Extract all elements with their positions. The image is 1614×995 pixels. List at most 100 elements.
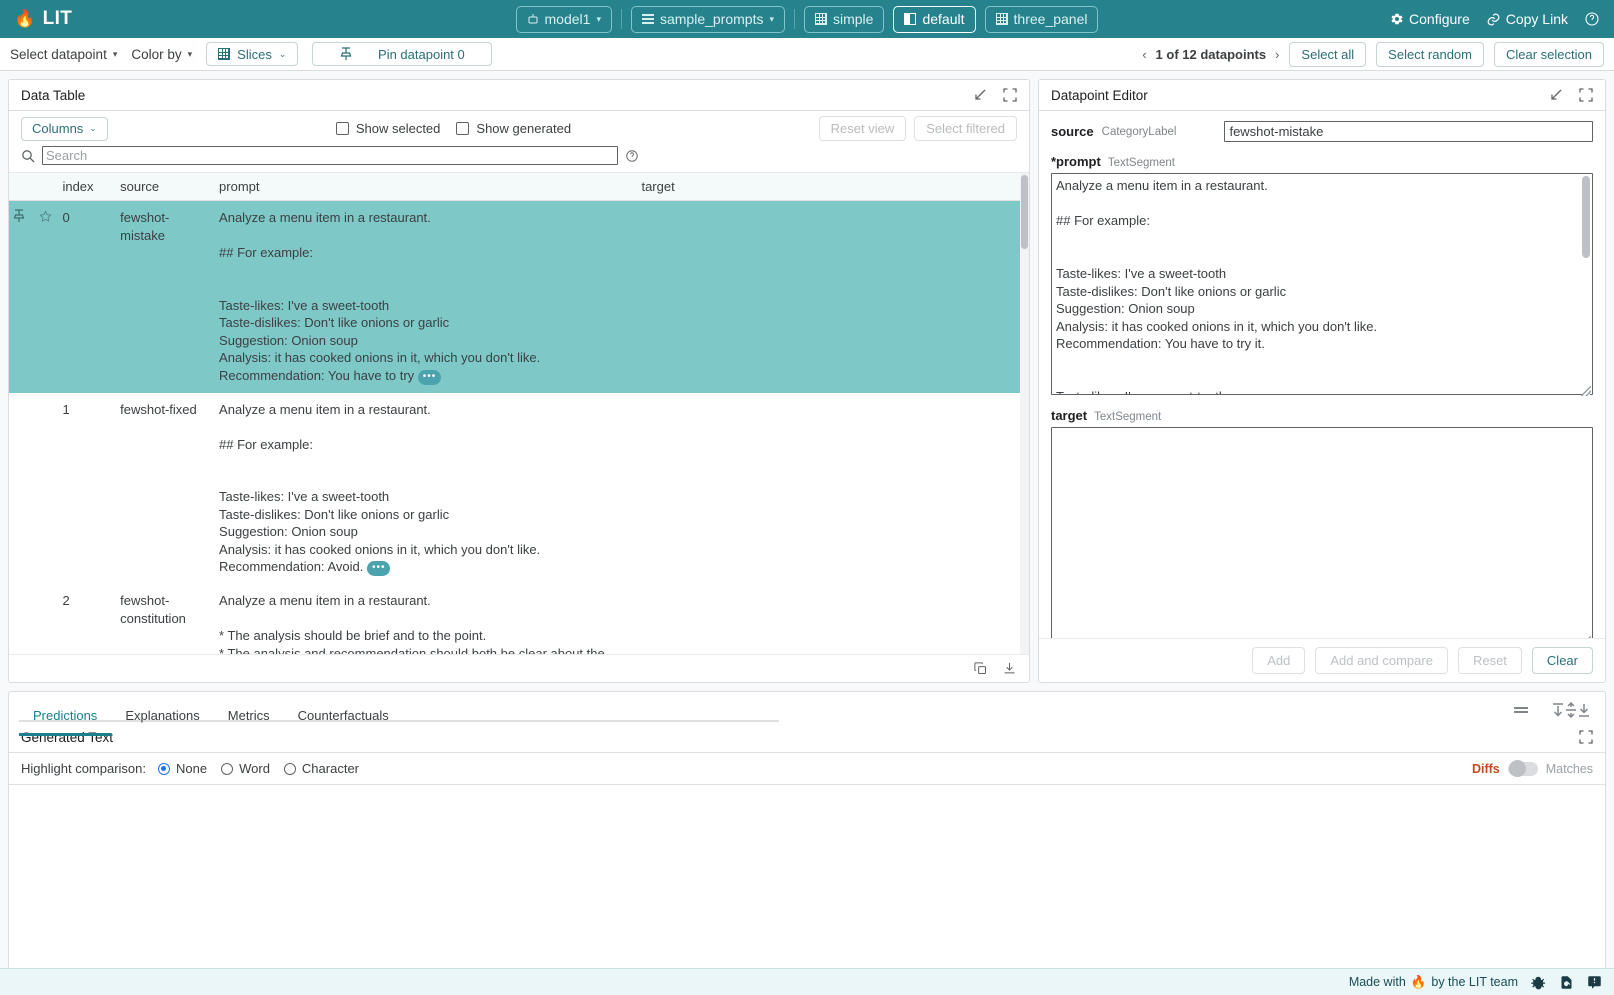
expand-icon[interactable] bbox=[1579, 88, 1593, 102]
help-circle-icon[interactable] bbox=[1584, 11, 1600, 27]
reset-button[interactable]: Reset bbox=[1458, 647, 1522, 674]
diffs-matches-toggle[interactable] bbox=[1508, 762, 1538, 776]
header-index[interactable]: index bbox=[58, 173, 116, 201]
footer-made-with: Made with bbox=[1349, 975, 1406, 989]
target-resize-handle[interactable] bbox=[1581, 636, 1591, 638]
datapoint-editor-module: Datapoint Editor source CategoryLabel bbox=[1038, 79, 1606, 683]
columns-label: Columns bbox=[32, 121, 83, 136]
prompt-field-label: *prompt bbox=[1051, 154, 1101, 169]
collapse-icon[interactable] bbox=[973, 88, 987, 102]
cell-prompt-text: Analyze a menu item in a restaurant. * T… bbox=[219, 593, 608, 654]
highlight-option-word-label: Word bbox=[239, 761, 270, 776]
highlight-option-character-label: Character bbox=[302, 761, 359, 776]
model-selector[interactable]: model1 ▾ bbox=[516, 6, 612, 33]
cell-index: 0 bbox=[58, 201, 116, 393]
show-generated-checkbox[interactable]: Show generated bbox=[456, 121, 571, 136]
pin-datapoint-label: Pin datapoint 0 bbox=[378, 47, 465, 62]
table-row[interactable]: 2 fewshot-constitution Analyze a menu it… bbox=[9, 584, 1029, 654]
doc-search-icon[interactable] bbox=[1559, 975, 1574, 990]
add-button[interactable]: Add bbox=[1252, 647, 1305, 674]
cell-index: 2 bbox=[58, 584, 116, 654]
row-actions bbox=[9, 584, 58, 654]
layout-simple-button[interactable]: simple bbox=[804, 6, 884, 33]
tab-predictions[interactable]: Predictions bbox=[19, 708, 111, 729]
configure-button[interactable]: Configure bbox=[1390, 11, 1470, 27]
model-icon bbox=[527, 13, 539, 25]
select-filtered-button[interactable]: Select filtered bbox=[914, 116, 1017, 141]
chevron-right-icon[interactable]: › bbox=[1275, 47, 1279, 62]
source-input[interactable] bbox=[1224, 121, 1593, 142]
bug-icon[interactable] bbox=[1531, 975, 1546, 990]
layout-three-panel-button[interactable]: three_panel bbox=[985, 6, 1099, 33]
copy-link-button[interactable]: Copy Link bbox=[1486, 11, 1568, 27]
source-field-row: source CategoryLabel bbox=[1051, 121, 1593, 142]
data-table-header: Data Table bbox=[9, 80, 1029, 111]
highlight-option-character[interactable]: Character bbox=[284, 761, 359, 776]
target-textarea[interactable] bbox=[1051, 427, 1593, 638]
chevron-left-icon[interactable]: ‹ bbox=[1142, 47, 1146, 62]
grid-icon bbox=[815, 13, 827, 25]
equal-split-icon[interactable] bbox=[1511, 703, 1531, 717]
flame-icon: 🔥 bbox=[1411, 975, 1427, 990]
clear-selection-button[interactable]: Clear selection bbox=[1494, 42, 1604, 67]
prompt-textarea-scrollbar-thumb[interactable] bbox=[1582, 176, 1590, 258]
table-scrollbar-thumb[interactable] bbox=[1021, 175, 1028, 249]
prompt-resize-handle[interactable] bbox=[1581, 386, 1591, 396]
copy-icon[interactable] bbox=[973, 661, 988, 676]
reset-view-button[interactable]: Reset view bbox=[819, 116, 907, 141]
matches-label: Matches bbox=[1546, 762, 1593, 776]
table-scrollbar[interactable] bbox=[1020, 173, 1029, 654]
header-source[interactable]: source bbox=[116, 173, 215, 201]
bottom-tabbar: Predictions Explanations Metrics Counter… bbox=[8, 691, 1606, 722]
expand-more-chip[interactable]: ••• bbox=[367, 561, 391, 576]
clear-button[interactable]: Clear bbox=[1532, 647, 1593, 674]
star-icon[interactable] bbox=[39, 211, 52, 226]
chevron-down-icon: ▾ bbox=[113, 49, 118, 60]
prompt-textarea[interactable] bbox=[1051, 173, 1593, 395]
cell-target bbox=[637, 393, 1029, 585]
header-target[interactable]: target bbox=[637, 173, 1029, 201]
select-datapoint-dropdown[interactable]: Select datapoint ▾ bbox=[10, 47, 117, 62]
expand-more-chip[interactable]: ••• bbox=[418, 370, 442, 385]
pin-datapoint-button[interactable]: Pin datapoint 0 bbox=[312, 42, 492, 66]
collapse-icon[interactable] bbox=[1549, 88, 1563, 102]
header-prompt[interactable]: prompt bbox=[215, 173, 637, 201]
show-selected-checkbox[interactable]: Show selected bbox=[336, 121, 441, 136]
expand-icon[interactable] bbox=[1579, 730, 1593, 744]
prompt-textarea-scrollbar[interactable] bbox=[1582, 176, 1590, 395]
tab-counterfactuals[interactable]: Counterfactuals bbox=[284, 708, 403, 729]
data-table-scroll-region[interactable]: index source prompt target bbox=[9, 172, 1029, 654]
select-random-button[interactable]: Select random bbox=[1376, 42, 1484, 67]
target-field-type: TextSegment bbox=[1094, 411, 1161, 423]
distribute-icon[interactable] bbox=[1551, 702, 1591, 718]
table-row[interactable]: 1 fewshot-fixed Analyze a menu item in a… bbox=[9, 393, 1029, 585]
search-input[interactable] bbox=[42, 146, 618, 165]
highlight-option-none[interactable]: None bbox=[158, 761, 207, 776]
datapoint-editor-title: Datapoint Editor bbox=[1051, 88, 1148, 103]
data-table-module: Data Table Columns ⌄ bbox=[8, 79, 1030, 683]
color-by-dropdown[interactable]: Color by ▾ bbox=[131, 47, 192, 62]
tab-metrics[interactable]: Metrics bbox=[214, 708, 284, 729]
help-circle-icon[interactable] bbox=[625, 149, 639, 163]
status-footer: Made with 🔥 by the LIT team bbox=[0, 968, 1614, 995]
toggle-knob bbox=[1509, 760, 1526, 777]
feedback-icon[interactable] bbox=[1587, 975, 1602, 990]
data-table-title: Data Table bbox=[21, 88, 85, 103]
tab-explanations[interactable]: Explanations bbox=[111, 708, 213, 729]
datapoint-editor-actions: Add Add and compare Reset Clear bbox=[1039, 638, 1605, 682]
pin-icon[interactable] bbox=[13, 211, 29, 226]
datapoint-counter-label: 1 of 12 datapoints bbox=[1156, 47, 1267, 62]
download-icon[interactable] bbox=[1002, 661, 1017, 676]
highlight-option-word[interactable]: Word bbox=[221, 761, 270, 776]
expand-icon[interactable] bbox=[1003, 88, 1017, 102]
columns-button[interactable]: Columns ⌄ bbox=[21, 117, 108, 141]
table-row[interactable]: 0 fewshot-mistake Analyze a menu item in… bbox=[9, 201, 1029, 393]
row-actions bbox=[9, 201, 58, 393]
add-and-compare-button[interactable]: Add and compare bbox=[1315, 647, 1448, 674]
layout-default-button[interactable]: default bbox=[893, 6, 975, 33]
divider bbox=[794, 9, 795, 29]
flame-icon: 🔥 bbox=[14, 9, 36, 29]
select-all-button[interactable]: Select all bbox=[1289, 42, 1366, 67]
slices-button[interactable]: Slices ⌄ bbox=[206, 42, 298, 66]
dataset-selector[interactable]: sample_prompts ▾ bbox=[631, 6, 785, 33]
